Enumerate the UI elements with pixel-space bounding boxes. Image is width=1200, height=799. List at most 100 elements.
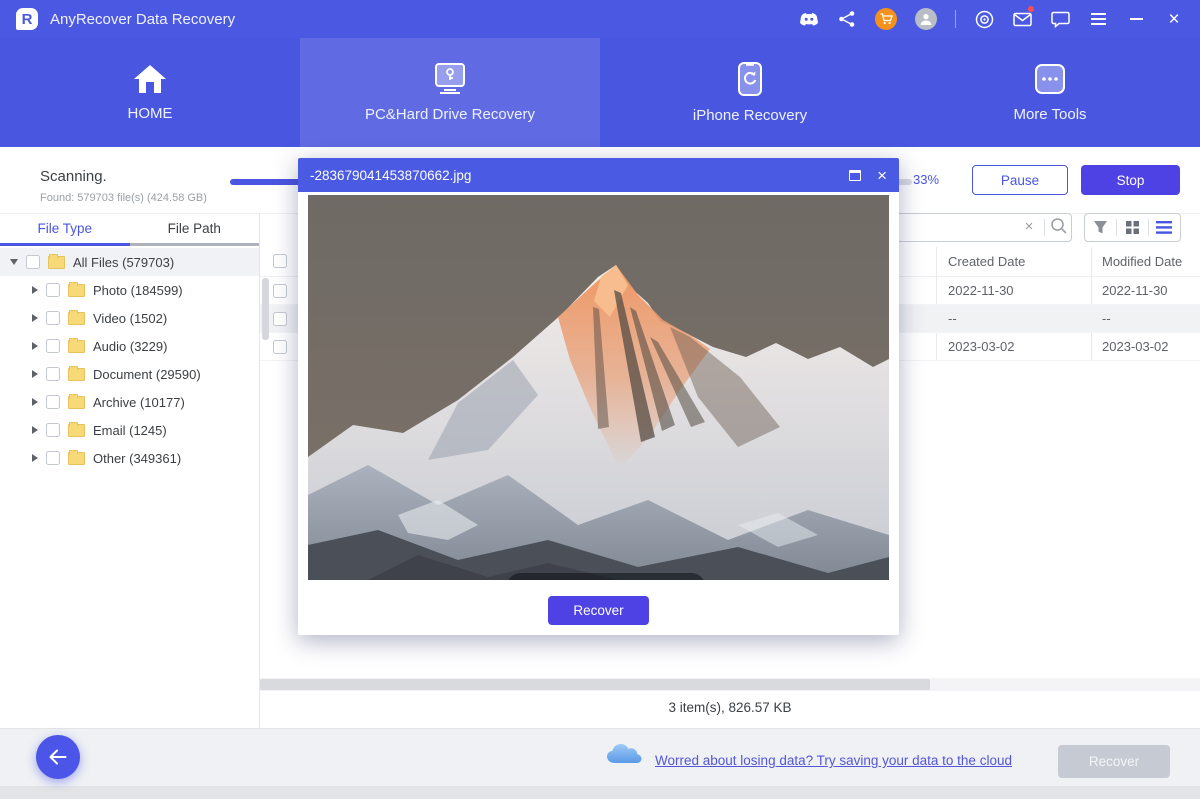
footer-bar: Worred about losing data? Try saving you…	[0, 728, 1200, 786]
more-dots-icon	[1033, 62, 1067, 96]
cell-modified-date: 2022-11-30	[1102, 283, 1168, 298]
minimize-icon[interactable]	[1126, 9, 1146, 29]
chevron-right-icon[interactable]	[32, 398, 38, 406]
menu-icon[interactable]	[1088, 9, 1108, 29]
bottom-strip	[0, 786, 1200, 799]
tree-item-all-files[interactable]: All Files (579703)	[0, 248, 259, 276]
tree-item-document[interactable]: Document (29590)	[0, 360, 259, 388]
account-icon[interactable]	[915, 8, 937, 30]
row-checkbox[interactable]	[273, 284, 287, 298]
search-icon[interactable]	[1050, 217, 1070, 237]
cloud-icon	[606, 741, 642, 770]
zoom-in-icon[interactable]	[558, 579, 577, 581]
chevron-right-icon[interactable]	[32, 454, 38, 462]
column-header-created-date[interactable]: Created Date	[948, 254, 1025, 269]
monitor-key-icon	[430, 62, 470, 96]
maximize-icon[interactable]	[849, 170, 861, 181]
fullscreen-icon[interactable]	[520, 579, 539, 581]
tree-item-label: Archive (10177)	[93, 395, 185, 410]
discord-icon[interactable]	[799, 9, 819, 29]
close-icon[interactable]: ×	[877, 167, 887, 184]
vertical-scrollbar[interactable]	[262, 278, 269, 340]
close-icon[interactable]: ×	[1164, 9, 1184, 29]
nav-label: PC&Hard Drive Recovery	[365, 106, 535, 123]
checkbox[interactable]	[46, 283, 60, 297]
tree-item-label: All Files (579703)	[73, 255, 174, 270]
chevron-right-icon[interactable]	[32, 314, 38, 322]
tree-item-other[interactable]: Other (349361)	[0, 444, 259, 472]
rotate-left-icon[interactable]: 90	[635, 579, 654, 581]
list-view-icon[interactable]	[1149, 214, 1180, 241]
row-checkbox[interactable]	[273, 340, 287, 354]
horizontal-scrollbar[interactable]	[260, 679, 930, 690]
record-icon[interactable]	[974, 9, 994, 29]
search-divider	[1044, 219, 1045, 236]
scan-status-text: Scanning.	[40, 168, 107, 185]
tree-item-label: Document (29590)	[93, 367, 201, 382]
checkbox[interactable]	[26, 255, 40, 269]
tab-file-path[interactable]: File Path	[130, 214, 260, 246]
sidebar-tabs: File Type File Path	[0, 214, 259, 246]
nav-label: HOME	[128, 105, 173, 122]
back-button[interactable]	[36, 735, 80, 779]
mail-icon[interactable]	[1012, 9, 1032, 29]
tree-item-archive[interactable]: Archive (10177)	[0, 388, 259, 416]
tree-item-email[interactable]: Email (1245)	[0, 416, 259, 444]
chevron-right-icon[interactable]	[32, 286, 38, 294]
folder-icon	[48, 256, 65, 269]
tab-home[interactable]: HOME	[0, 38, 300, 147]
row-checkbox[interactable]	[273, 312, 287, 326]
pause-button[interactable]: Pause	[972, 165, 1068, 195]
select-all-checkbox[interactable]	[273, 254, 287, 268]
selection-summary: 3 item(s), 826.57 KB	[260, 700, 1200, 715]
file-type-tree: All Files (579703) Photo (184599) Video …	[0, 248, 259, 472]
nav-label: iPhone Recovery	[693, 107, 807, 124]
zoom-out-icon[interactable]	[597, 579, 616, 581]
cloud-backup-link[interactable]: Worred about losing data? Try saving you…	[655, 753, 1012, 768]
chevron-right-icon[interactable]	[32, 370, 38, 378]
chat-icon[interactable]	[1050, 9, 1070, 29]
tab-file-type[interactable]: File Type	[0, 214, 130, 246]
recover-button[interactable]: Recover	[548, 596, 649, 625]
chevron-down-icon[interactable]	[10, 259, 18, 265]
tree-item-label: Video (1502)	[93, 311, 167, 326]
tab-more-tools[interactable]: More Tools	[900, 38, 1200, 147]
filter-icon[interactable]	[1085, 214, 1116, 241]
anyrecover-window: R AnyRecover Data Recovery	[0, 0, 1200, 799]
checkbox[interactable]	[46, 339, 60, 353]
tree-item-photo[interactable]: Photo (184599)	[0, 276, 259, 304]
view-toggle-group	[1084, 213, 1181, 242]
phone-refresh-icon	[737, 61, 763, 97]
checkbox[interactable]	[46, 311, 60, 325]
chevron-right-icon[interactable]	[32, 342, 38, 350]
folder-icon	[68, 284, 85, 297]
stop-button[interactable]: Stop	[1081, 165, 1180, 195]
tab-iphone-recovery[interactable]: iPhone Recovery	[600, 38, 900, 147]
preview-toolbar: 90 90	[506, 573, 706, 580]
app-logo-icon: R	[16, 8, 38, 30]
checkbox[interactable]	[46, 395, 60, 409]
folder-icon	[68, 340, 85, 353]
tab-pc-hard-drive-recovery[interactable]: PC&Hard Drive Recovery	[300, 38, 600, 147]
tree-item-video[interactable]: Video (1502)	[0, 304, 259, 332]
folder-icon	[68, 312, 85, 325]
titlebar-icons: ×	[799, 8, 1184, 30]
horizontal-scrollbar-track	[260, 678, 1200, 691]
grid-view-icon[interactable]	[1117, 214, 1148, 241]
chevron-right-icon[interactable]	[32, 426, 38, 434]
cell-modified-date: 2023-03-02	[1102, 339, 1169, 354]
recover-button-disabled[interactable]: Recover	[1058, 745, 1170, 778]
folder-icon	[68, 396, 85, 409]
checkbox[interactable]	[46, 423, 60, 437]
checkbox[interactable]	[46, 451, 60, 465]
scan-found-text: Found: 579703 file(s) (424.58 GB)	[40, 192, 207, 204]
clear-icon[interactable]: ×	[1019, 217, 1039, 237]
tree-item-audio[interactable]: Audio (3229)	[0, 332, 259, 360]
checkbox[interactable]	[46, 367, 60, 381]
preview-filename: -283679041453870662.jpg	[310, 168, 471, 183]
cart-icon[interactable]	[875, 8, 897, 30]
share-icon[interactable]	[837, 9, 857, 29]
cell-modified-date: --	[1102, 311, 1111, 326]
rotate-right-icon[interactable]: 90	[673, 579, 692, 581]
column-header-modified-date[interactable]: Modified Date	[1102, 254, 1182, 269]
